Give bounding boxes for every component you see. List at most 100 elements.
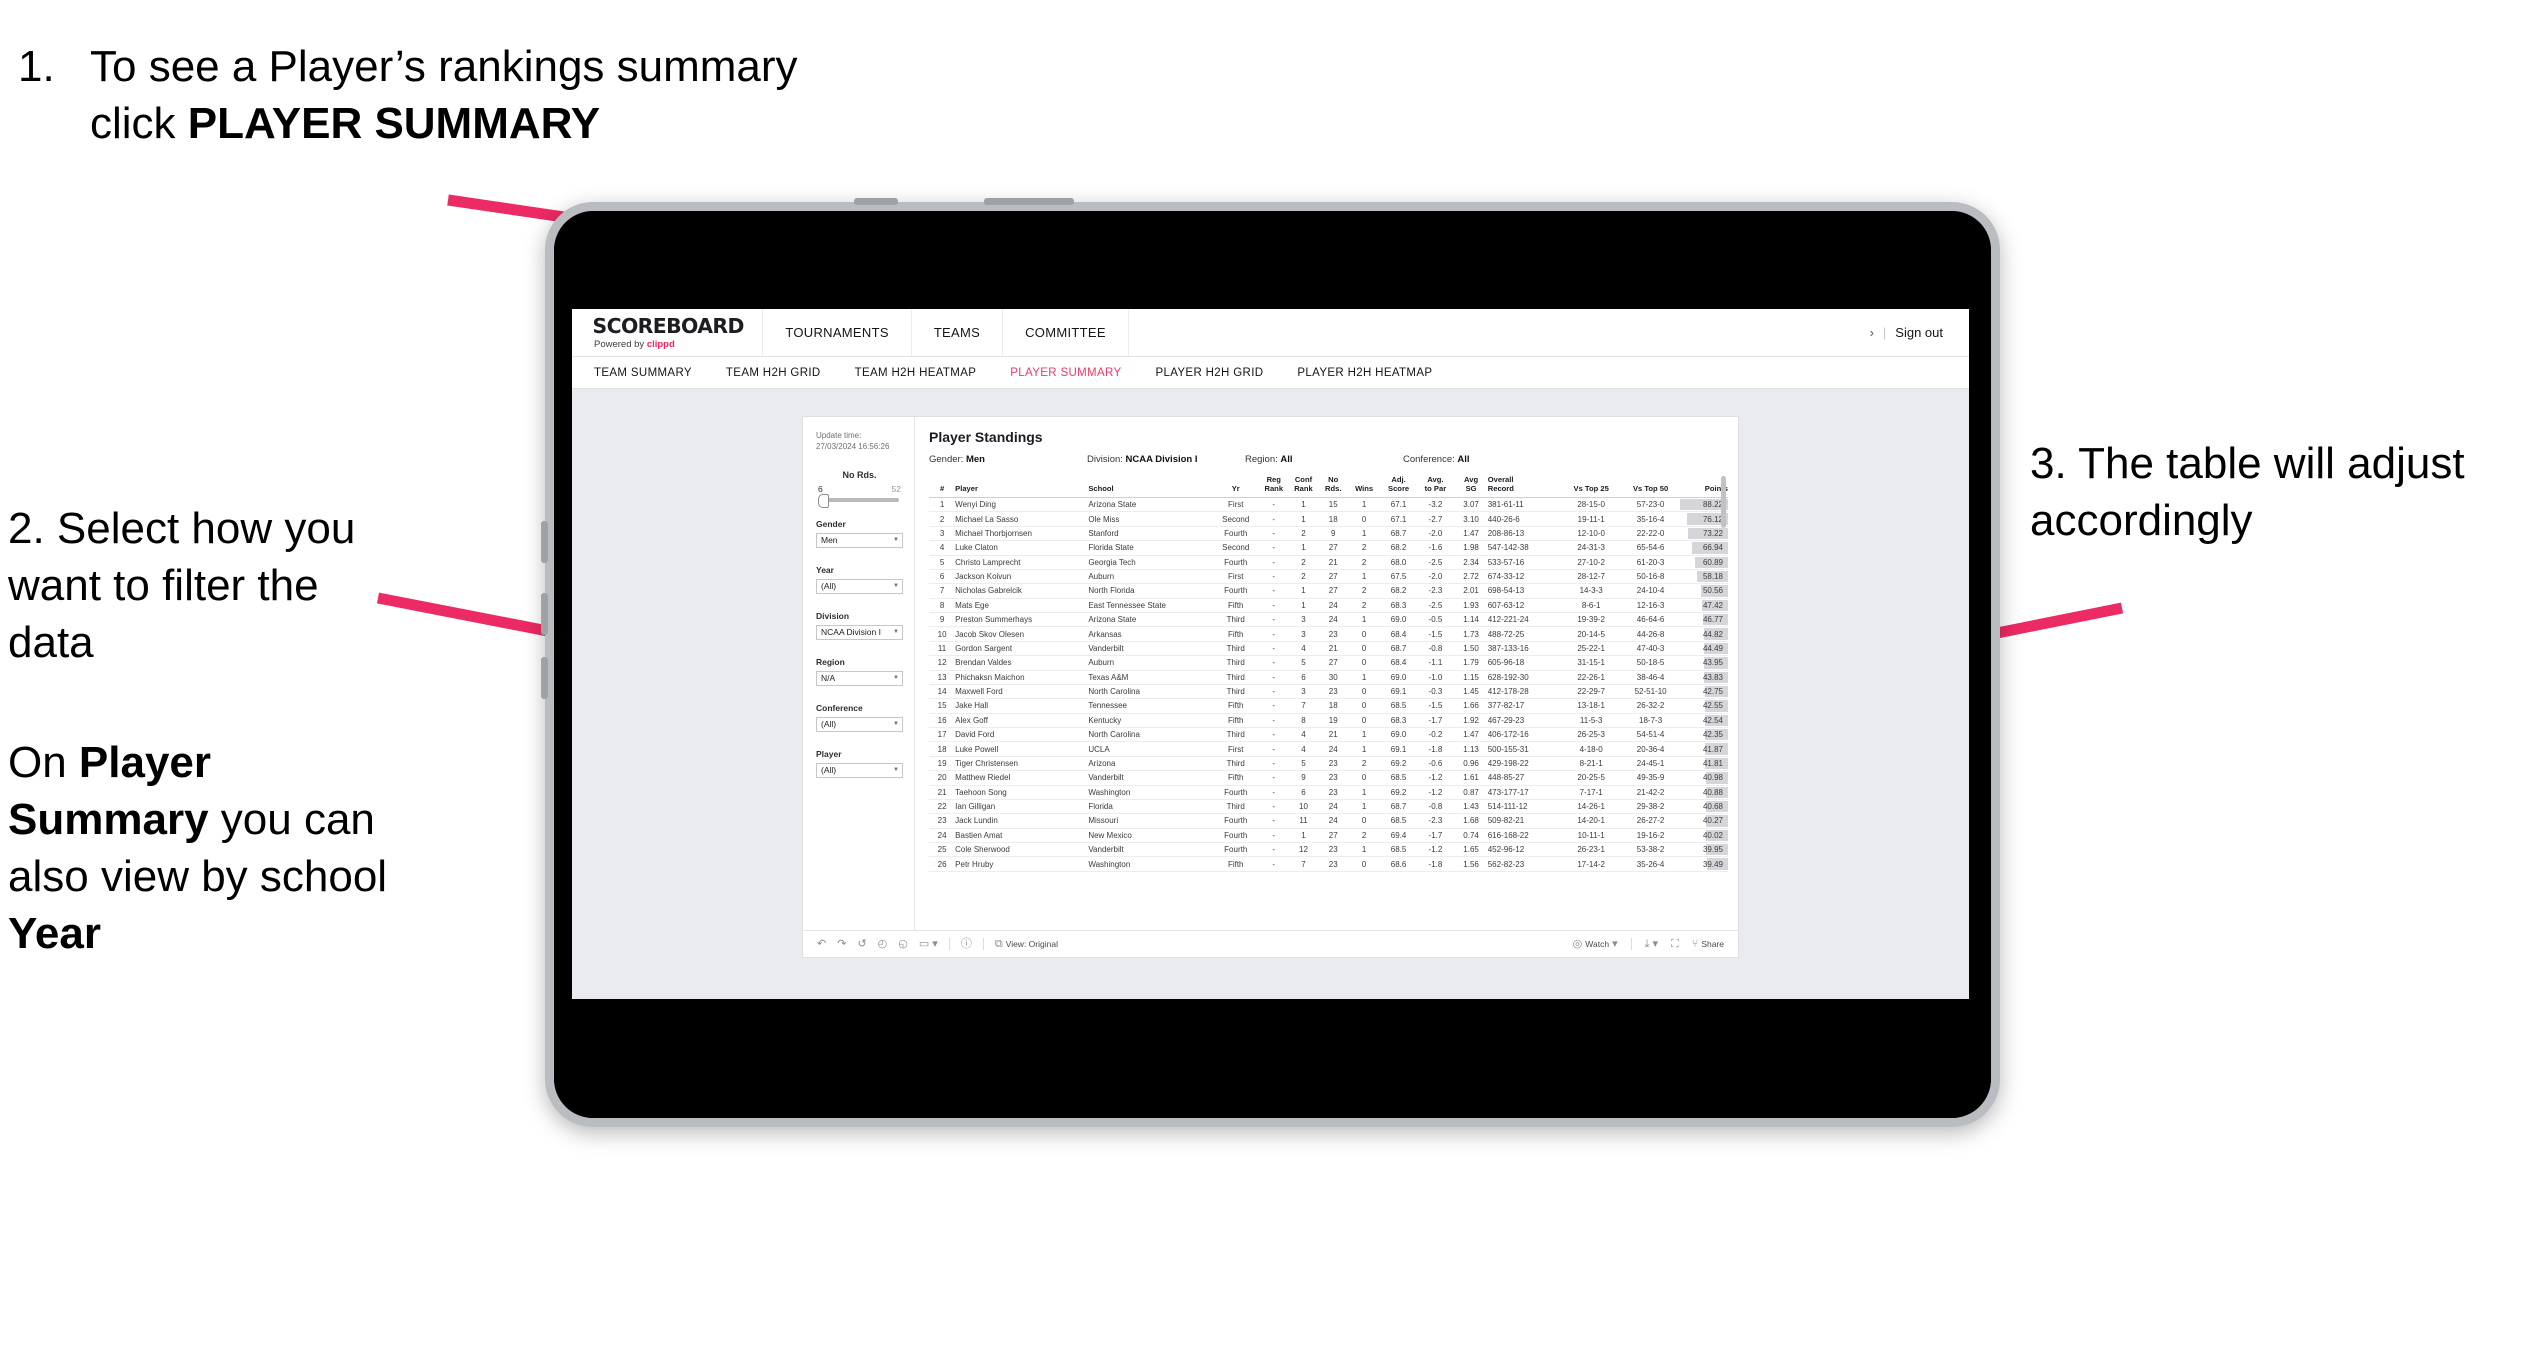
cell-reg: -	[1259, 511, 1289, 527]
column-header-no[interactable]: No Rds.	[1318, 476, 1348, 498]
table-scrollbar[interactable]	[1721, 476, 1726, 528]
table-row[interactable]: 5 Christo Lamprecht Georgia Tech Fourth -2 21…	[929, 555, 1728, 570]
cell-t50: 65-54-6	[1620, 540, 1681, 556]
filter-conference-select[interactable]: (All) ▼	[816, 716, 903, 732]
view-original-button[interactable]: ⧉ View: Original	[995, 938, 1058, 950]
cell-rank: 26	[929, 856, 956, 872]
fullscreen-icon[interactable]: ⛶	[1671, 938, 1679, 950]
nav-item-teams[interactable]: TEAMS	[912, 309, 1004, 356]
table-row[interactable]: 4 Luke Claton Florida State Second -1 27 2 68.2…	[929, 540, 1728, 556]
table-row[interactable]: 22 Ian Gilligan Florida Third -10 24 1 68.7 -0.8…	[929, 799, 1728, 815]
column-header-vs-top-25[interactable]: Vs Top 25	[1561, 476, 1621, 498]
table-row[interactable]: 16 Alex Goff Kentucky Fifth -8 19 0 68.3 -1.7 1.9…	[929, 713, 1728, 729]
cell-rec: 562-82-23	[1487, 856, 1562, 872]
column-header-player[interactable]: Player	[955, 476, 1089, 498]
table-row[interactable]: 1 Wenyi Ding Arizona State First -1 15 1 67.1 -3…	[929, 497, 1728, 513]
pause-icon[interactable]: ◵	[898, 938, 908, 950]
help-icon[interactable]: ⓘ	[961, 938, 972, 950]
table-row[interactable]: 18 Luke Powell UCLA First -4 24 1 69.1 -1.8 1.13 5…	[929, 741, 1728, 757]
cell-rec: 500-155-31	[1487, 741, 1562, 757]
table-row[interactable]: 14 Maxwell Ford North Carolina Third -3 23 0 69…	[929, 684, 1728, 700]
cell-sg: 1.43	[1454, 799, 1488, 815]
filter-player-select[interactable]: (All) ▼	[816, 762, 903, 778]
cell-conf: 8	[1288, 713, 1319, 729]
redo-icon[interactable]: ↷	[837, 938, 846, 950]
filter-gender-select[interactable]: Men ▼	[816, 532, 903, 548]
table-row[interactable]: 11 Gordon Sargent Vanderbilt Third -4 21 0 68.7…	[929, 641, 1728, 657]
tab-player-summary[interactable]: PLAYER SUMMARY	[1010, 367, 1121, 379]
cell-rank: 12	[929, 655, 956, 671]
cell-par: -1.5	[1416, 698, 1455, 714]
tab-team-summary[interactable]: TEAM SUMMARY	[594, 367, 692, 379]
cell-wins: 0	[1347, 770, 1381, 786]
column-header-avg-[interactable]: Avg. to Par	[1416, 476, 1455, 498]
refresh-icon[interactable]: ◴	[878, 938, 888, 950]
table-row[interactable]: 9 Preston Summerhays Arizona State Third -3 2…	[929, 612, 1728, 628]
cell-player: Jacob Skov Olesen	[955, 626, 1089, 642]
column-header-overall[interactable]: Overall Record	[1487, 476, 1562, 498]
cell-reg: -	[1259, 756, 1289, 772]
tab-team-h2h-heatmap[interactable]: TEAM H2H HEATMAP	[855, 367, 977, 379]
filter-conference-value: (All)	[821, 719, 837, 730]
column-header-school[interactable]: School	[1088, 476, 1212, 498]
table-row[interactable]: 20 Matthew Riedel Vanderbilt Fifth -9 23 0 68.5…	[929, 770, 1728, 786]
table-row[interactable]: 21 Taehoon Song Washington Fourth -6 23 1 69.2-…	[929, 785, 1728, 800]
cell-reg: -	[1259, 655, 1289, 671]
tab-player-h2h-grid[interactable]: PLAYER H2H GRID	[1155, 367, 1263, 379]
column-header-adj-[interactable]: Adj. Score	[1380, 476, 1417, 498]
share-icon: ⑂	[1691, 937, 1699, 950]
filter-division-select[interactable]: NCAA Division I ▼	[816, 624, 903, 640]
table-row[interactable]: 25 Cole Sherwood Vanderbilt Fourth -12 23 1 68.…	[929, 842, 1728, 858]
table-row[interactable]: 15 Jake Hall Tennessee Fifth -7 18 0 68.5 -1.5 1.…	[929, 698, 1728, 714]
share-button[interactable]: ⑂ Share	[1691, 937, 1724, 950]
column-header-wins[interactable]: Wins	[1347, 476, 1381, 498]
cell-rank: 10	[929, 626, 956, 642]
filter-year-select[interactable]: (All) ▼	[816, 578, 903, 594]
tab-team-h2h-grid[interactable]: TEAM H2H GRID	[726, 367, 821, 379]
table-row[interactable]: 8 Mats Ege East Tennessee State Fifth -1 24 2 6…	[929, 598, 1728, 614]
cell-par: -1.8	[1416, 856, 1455, 872]
column-header--[interactable]: #	[929, 476, 956, 498]
filter-no-rounds[interactable]: No Rds. 6 52	[816, 470, 903, 508]
column-header-reg[interactable]: Reg Rank	[1259, 476, 1289, 498]
column-header-vs-top-50[interactable]: Vs Top 50	[1620, 476, 1681, 498]
undo-icon[interactable]: ↶	[817, 938, 826, 950]
table-row[interactable]: 3 Michael Thorbjornsen Stanford Fourth -2 9 1 6…	[929, 526, 1728, 542]
cell-rec: 674-33-12	[1487, 569, 1562, 585]
table-row[interactable]: 2 Michael La Sasso Ole Miss Second -1 18 0 67.1…	[929, 511, 1728, 527]
revert-icon[interactable]: ↺	[857, 938, 866, 950]
cell-rds: 9	[1318, 526, 1348, 542]
table-row[interactable]: 7 Nicholas Gabrelcik North Florida Fourth -1…	[929, 583, 1728, 599]
cell-par: -2.3	[1416, 583, 1455, 599]
custom-views-button[interactable]: ▭ ▾	[919, 938, 938, 950]
nav-item-committee[interactable]: COMMITTEE	[1003, 309, 1129, 356]
tab-player-h2h-heatmap[interactable]: PLAYER H2H HEATMAP	[1297, 367, 1432, 379]
filter-region-select[interactable]: N/A ▼	[816, 670, 903, 686]
slider-handle[interactable]	[818, 493, 829, 508]
table-row[interactable]: 26 Petr Hruby Washington Fifth -7 23 0 68.6 -1.8…	[929, 856, 1728, 872]
table-row[interactable]: 13 Phichaksn Maichon Texas A&M Third -6 30 1 69…	[929, 670, 1728, 685]
brand-logo[interactable]: SCOREBOARD Powered by clippd	[572, 309, 764, 356]
table-row[interactable]: 10 Jacob Skov Olesen Arkansas Fifth -3 23 0 68.…	[929, 626, 1728, 642]
cell-school: Auburn	[1088, 569, 1212, 585]
slider-min-value: 6	[818, 483, 823, 494]
download-button[interactable]: ⤓ ▾	[1645, 938, 1658, 950]
column-header-conf[interactable]: Conf Rank	[1288, 476, 1319, 498]
cell-wins: 1	[1347, 569, 1381, 585]
table-row[interactable]: 17 David Ford North Carolina Third -4 21 1 69.0…	[929, 727, 1728, 743]
cell-t50: 22-22-0	[1620, 526, 1681, 542]
watch-button[interactable]: ◎ Watch ▾	[1573, 938, 1618, 950]
cell-conf: 4	[1288, 641, 1319, 657]
column-header-avg[interactable]: Avg SG	[1454, 476, 1488, 498]
column-header-yr[interactable]: Yr	[1211, 476, 1260, 498]
cell-pts: 41.81	[1680, 756, 1728, 772]
nav-item-tournaments[interactable]: TOURNAMENTS	[763, 309, 912, 356]
sign-out-button[interactable]: Sign out	[1895, 325, 1943, 340]
table-row[interactable]: 6 Jackson Koivun Auburn First -2 27 1 67.5 -2.0 2…	[929, 569, 1728, 585]
table-row[interactable]: 19 Tiger Christensen Arizona Third -5 23 2 69.2…	[929, 756, 1728, 772]
chevron-right-icon[interactable]: ›	[1870, 325, 1874, 340]
table-row[interactable]: 24 Bastien Amat New Mexico Fourth -1 27 2 69.4-…	[929, 828, 1728, 844]
table-row[interactable]: 23 Jack Lundin Missouri Fourth -11 24 0 68.5 -2.…	[929, 813, 1728, 829]
table-row[interactable]: 12 Brendan Valdes Auburn Third -5 27 0 68.4 -1.1…	[929, 655, 1728, 671]
slider-track[interactable]	[818, 493, 899, 508]
